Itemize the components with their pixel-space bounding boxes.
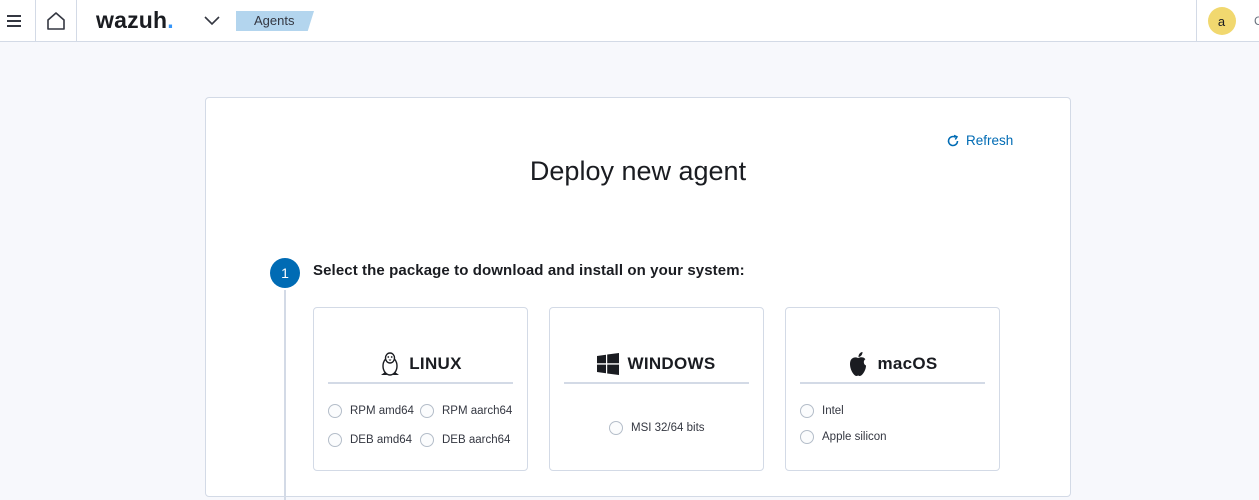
option-rpm-amd64[interactable]: RPM amd64 [328,404,414,418]
option-label: Intel [822,405,844,417]
option-label: DEB amd64 [350,434,413,446]
option-label: DEB aarch64 [442,434,511,446]
radio-button[interactable] [609,421,623,435]
option-label: Apple silicon [822,431,887,443]
menu-button[interactable] [0,0,28,42]
option-intel[interactable]: Intel [800,404,844,418]
option-deb-amd64[interactable]: DEB amd64 [328,433,412,447]
step-number-badge: 1 [270,258,300,288]
radio-button[interactable] [420,404,434,418]
os-card-linux: LINUX RPM amd64 RPM aarch64 DEB amd64 DE… [313,307,528,471]
radio-button[interactable] [328,404,342,418]
os-card-macos: macOS Intel Apple silicon [785,307,1000,471]
card-header-macos: macOS [800,346,985,384]
refresh-label: Refresh [966,133,1014,148]
windows-logo-icon [597,353,620,375]
card-header-windows: WINDOWS [564,346,749,384]
option-label: RPM aarch64 [442,405,513,417]
refresh-button[interactable]: Refresh [946,133,1013,148]
refresh-icon [947,134,959,146]
home-icon [47,12,65,30]
radio-button[interactable] [800,430,814,444]
logo-text: wazuh [96,7,168,33]
option-msi-32-64[interactable]: MSI 32/64 bits [609,421,705,435]
option-label: RPM amd64 [350,405,414,417]
radio-button[interactable] [420,433,434,447]
option-apple-silicon[interactable]: Apple silicon [800,430,887,444]
deploy-agent-panel: Refresh Deploy new agent 1 Select the pa… [205,97,1071,500]
os-name-linux: LINUX [409,354,462,373]
radio-button[interactable] [800,404,814,418]
page-title: Deploy new agent [529,156,747,186]
breadcrumb-agents[interactable]: Agents [236,11,314,31]
option-label: MSI 32/64 bits [631,422,705,434]
wazuh-logo[interactable]: wazuh. [96,7,174,34]
hamburger-menu-icon [7,15,21,27]
option-rpm-aarch64[interactable]: RPM aarch64 [420,404,512,418]
chevron-down-icon[interactable] [203,12,221,30]
os-name-macos: macOS [877,354,938,373]
top-header: wazuh. Agents a C [0,0,1259,42]
linux-penguin-icon [381,352,400,376]
step-connector-line [284,290,286,500]
partial-edge-icon: C [1254,14,1259,28]
os-name-windows: WINDOWS [627,354,716,373]
step-title: Select the package to download and insta… [313,262,745,279]
option-deb-aarch64[interactable]: DEB aarch64 [420,433,510,447]
avatar: a [1207,7,1236,35]
user-menu-button[interactable]: a [1196,0,1246,42]
radio-button[interactable] [328,433,342,447]
home-button[interactable] [35,0,77,42]
os-card-windows: WINDOWS MSI 32/64 bits [549,307,764,471]
logo-dot: . [167,7,174,33]
card-header-linux: LINUX [328,346,513,384]
apple-logo-icon [850,352,867,376]
